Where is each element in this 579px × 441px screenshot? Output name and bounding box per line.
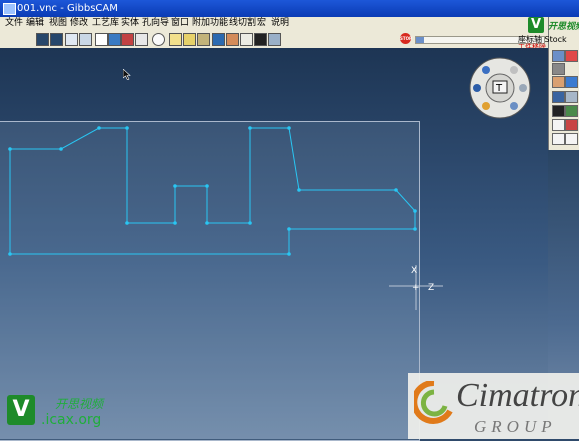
mouse-cursor-icon	[123, 69, 131, 80]
watermark-brand: 开思视频	[55, 397, 104, 411]
contour-node[interactable]	[413, 227, 417, 231]
tool-wheel[interactable]: T	[469, 57, 531, 119]
video-logo: V	[7, 395, 35, 425]
contour-node[interactable]	[287, 252, 291, 256]
cimatron-group: GROUP	[474, 417, 557, 436]
origin-mark: +	[412, 283, 420, 293]
watermark-site: .icax.org	[41, 412, 102, 428]
cimatron-logo: Cimatron GROUP	[408, 373, 579, 439]
cimatron-symbol-icon	[414, 381, 453, 424]
profile-contour[interactable]	[9, 127, 416, 255]
axis-z-label: Z	[428, 283, 434, 293]
origin-axes: X Z +	[389, 265, 443, 310]
contour-node[interactable]	[125, 221, 129, 225]
contour-node[interactable]	[8, 147, 12, 151]
contour-node[interactable]	[287, 227, 291, 231]
axis-x-label: X	[411, 266, 417, 276]
watermark-bottom: V 开思视频 .icax.org	[7, 395, 127, 435]
contour-node[interactable]	[297, 188, 301, 192]
contour-node[interactable]	[248, 221, 252, 225]
contour-node[interactable]	[173, 221, 177, 225]
cimatron-name: Cimatron	[456, 377, 579, 414]
contour-node[interactable]	[205, 221, 209, 225]
contour-node[interactable]	[173, 184, 177, 188]
contour-node[interactable]	[394, 188, 398, 192]
contour-node[interactable]	[59, 147, 63, 151]
contour-node[interactable]	[287, 126, 291, 130]
contour-node[interactable]	[205, 184, 209, 188]
contour-node[interactable]	[413, 209, 417, 213]
contour-node[interactable]	[8, 252, 12, 256]
svg-text:T: T	[495, 83, 503, 94]
contour-node[interactable]	[97, 126, 101, 130]
contour-node[interactable]	[125, 126, 129, 130]
contour-node[interactable]	[248, 126, 252, 130]
